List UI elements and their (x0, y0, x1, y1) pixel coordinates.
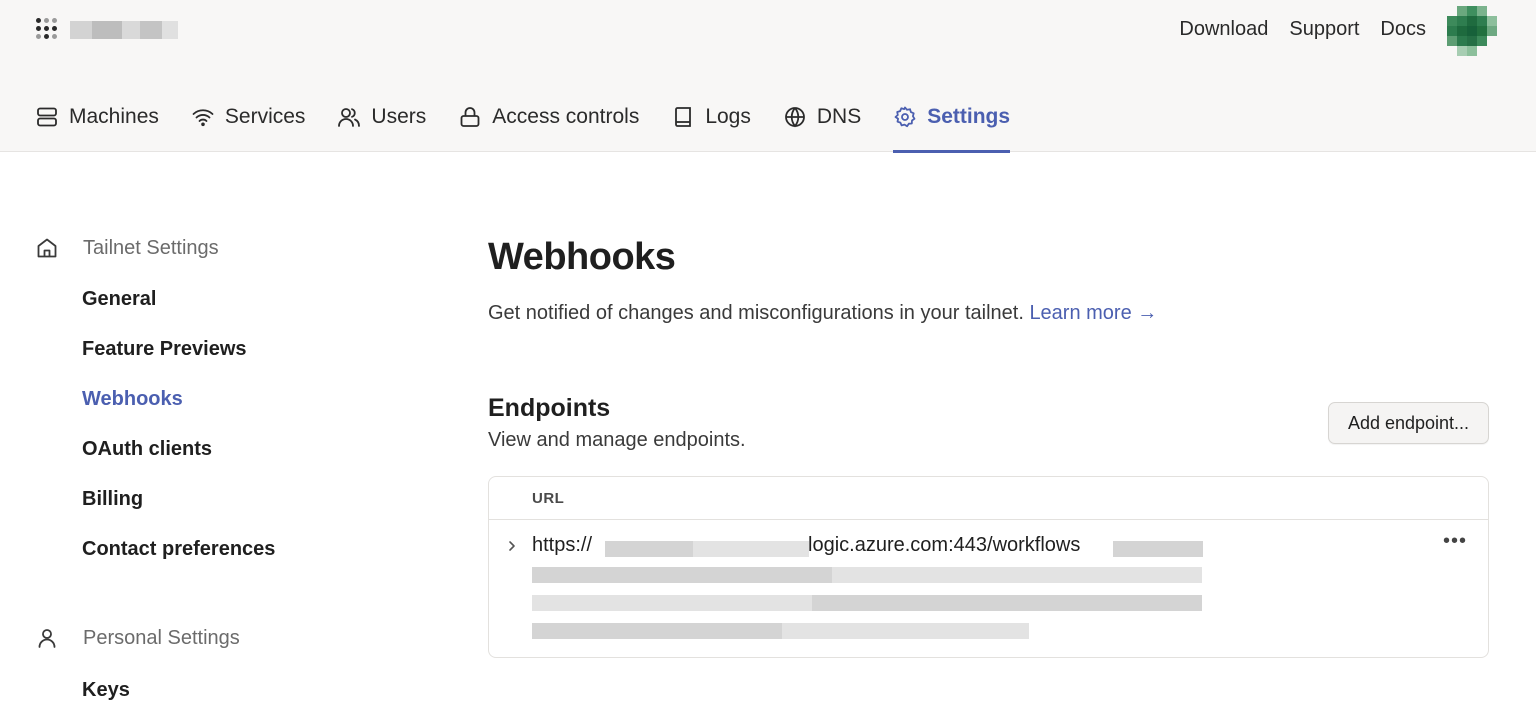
tab-settings[interactable]: Settings (893, 95, 1011, 153)
app-switcher-icon[interactable] (36, 18, 60, 40)
url-visible-part: logic.azure.com:443/workflows (808, 534, 1081, 556)
support-link[interactable]: Support (1289, 16, 1359, 42)
lock-icon (460, 107, 480, 127)
sidebar-item-general[interactable]: General (82, 288, 156, 311)
personal-settings-label: Personal Settings (83, 626, 240, 649)
column-header-url: URL (532, 490, 565, 507)
avatar[interactable] (1447, 6, 1497, 56)
learn-more-link[interactable]: Learn more → (1029, 302, 1157, 324)
book-icon (675, 107, 692, 127)
tailnet-settings-group: Tailnet Settings (35, 236, 219, 260)
tab-label: Machines (69, 105, 159, 128)
endpoints-table: URL https:// logic.azure.com:443/workflow… (488, 476, 1489, 658)
top-bar: Download Support Docs (0, 0, 1536, 60)
top-links: Download Support Docs (1179, 16, 1426, 42)
wifi-icon (192, 109, 214, 127)
endpoints-title: Endpoints (488, 394, 611, 422)
sidebar-item-keys[interactable]: Keys (82, 679, 130, 702)
page-description-text: Get notified of changes and misconfigura… (488, 302, 1024, 324)
tab-users[interactable]: Users (337, 95, 426, 152)
user-icon (38, 629, 56, 648)
endpoints-description: View and manage endpoints. (488, 429, 746, 451)
tab-label: DNS (816, 105, 862, 128)
server-icon (37, 107, 57, 127)
add-endpoint-button[interactable]: Add endpoint... (1328, 402, 1489, 444)
tab-label: Users (371, 105, 427, 128)
row-more-actions-button[interactable]: ••• (1441, 531, 1469, 553)
tailnet-settings-label: Tailnet Settings (83, 236, 219, 259)
tab-dns[interactable]: DNS (783, 95, 861, 152)
tab-label: Settings (927, 105, 1011, 128)
app-header: Download Support Docs Machines Services … (0, 0, 1536, 153)
table-header: URL (489, 477, 1488, 520)
chevron-right-icon[interactable] (505, 539, 519, 553)
tab-machines[interactable]: Machines (35, 95, 159, 152)
globe-icon (784, 107, 805, 128)
page-title: Webhooks (488, 236, 676, 278)
tab-label: Access controls (492, 105, 640, 128)
sidebar-item-webhooks[interactable]: Webhooks (82, 388, 183, 411)
url-prefix: https:// (532, 534, 593, 556)
download-link[interactable]: Download (1179, 16, 1268, 42)
tab-services[interactable]: Services (191, 95, 306, 152)
personal-settings-group: Personal Settings (35, 626, 240, 650)
tab-label: Logs (705, 105, 751, 128)
gear-icon (894, 106, 916, 128)
tab-logs[interactable]: Logs (671, 95, 751, 152)
users-icon (338, 108, 361, 127)
docs-link[interactable]: Docs (1380, 16, 1426, 42)
sidebar-item-billing[interactable]: Billing (82, 488, 143, 511)
tab-access-controls[interactable]: Access controls (458, 95, 639, 152)
page-description: Get notified of changes and misconfigura… (488, 302, 1157, 325)
sidebar-item-oauth-clients[interactable]: OAuth clients (82, 438, 212, 461)
tailnet-name-redacted[interactable] (70, 21, 180, 39)
tab-label: Services (224, 105, 306, 128)
home-icon (37, 238, 57, 258)
sidebar-item-contact-preferences[interactable]: Contact preferences (82, 538, 275, 561)
sidebar-item-feature-previews[interactable]: Feature Previews (82, 338, 247, 361)
main-nav-tabs: Machines Services Users Access controls … (35, 95, 1042, 153)
